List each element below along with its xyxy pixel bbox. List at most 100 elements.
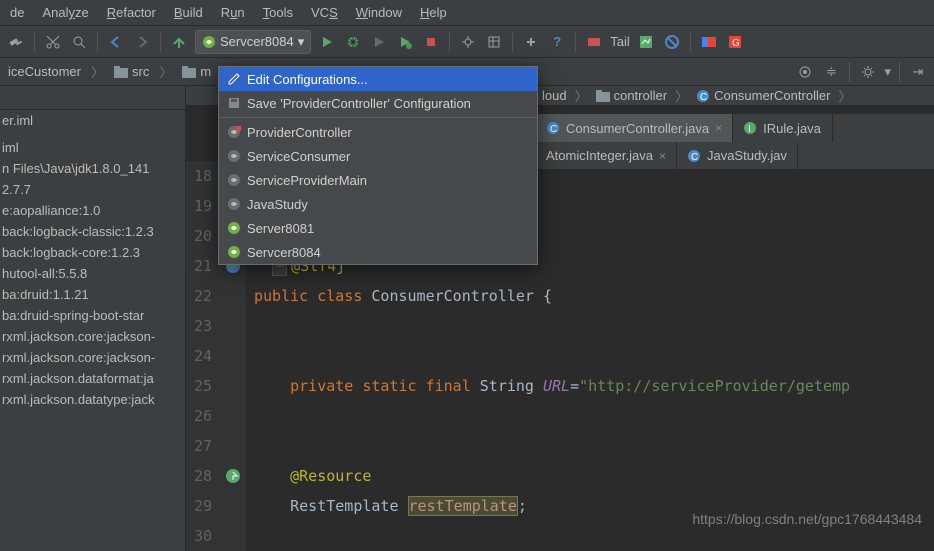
crumb[interactable]: CConsumerController: [690, 86, 836, 105]
list-item[interactable]: e:aopalliance:1.0: [0, 200, 185, 221]
popup-item-edit-configs[interactable]: Edit Configurations...: [219, 67, 537, 91]
gear-icon[interactable]: [858, 62, 878, 82]
profile-icon[interactable]: [395, 32, 415, 52]
collapse-icon[interactable]: ≑: [821, 62, 841, 82]
folder-icon: [114, 66, 128, 78]
list-item[interactable]: er.iml: [0, 110, 185, 131]
scissors-icon[interactable]: [43, 32, 63, 52]
folder-icon: [596, 90, 610, 102]
list-item[interactable]: back:logback-classic:1.2.3: [0, 221, 185, 242]
spring-icon: [227, 149, 241, 163]
svg-text:C: C: [691, 152, 698, 163]
help-icon[interactable]: ?: [547, 32, 567, 52]
run-coverage-icon[interactable]: [369, 32, 389, 52]
menu-item[interactable]: Window: [348, 2, 410, 23]
menu-item[interactable]: Analyze: [34, 2, 96, 23]
chevron-down-icon: ▾: [298, 34, 305, 50]
spring-run-icon: [227, 245, 241, 259]
chevron-right-icon: 〉: [157, 62, 174, 81]
popup-item-save-config[interactable]: Save 'ProviderController' Configuration: [219, 91, 537, 115]
popup-config-item[interactable]: ServiceConsumer: [219, 144, 537, 168]
list-item[interactable]: rxml.jackson.datatype:jack: [0, 389, 185, 410]
list-item[interactable]: rxml.jackson.dataformat:ja: [0, 368, 185, 389]
list-item[interactable]: iml: [0, 137, 185, 158]
chart-icon[interactable]: [636, 32, 656, 52]
interface-icon: I: [743, 121, 757, 135]
tail-label[interactable]: Tail: [610, 34, 630, 49]
editor-tab[interactable]: AtomicInteger.java ×: [536, 142, 677, 169]
deny-icon[interactable]: [662, 32, 682, 52]
gutter-slot: [220, 281, 246, 311]
popup-config-item[interactable]: ServiceProviderMain: [219, 168, 537, 192]
menu-item[interactable]: Run: [213, 2, 253, 23]
back-icon[interactable]: [106, 32, 126, 52]
separator: [34, 32, 35, 52]
tab-label: IRule.java: [763, 121, 821, 136]
svg-text:I: I: [748, 124, 751, 135]
structure-icon[interactable]: [484, 32, 504, 52]
debug-icon[interactable]: [343, 32, 363, 52]
gutter-slot: [220, 491, 246, 521]
hammer-icon[interactable]: [6, 32, 26, 52]
menu-item[interactable]: Refactor: [99, 2, 164, 23]
list-item[interactable]: 2.7.7: [0, 179, 185, 200]
popup-config-item[interactable]: Servcer8084: [219, 240, 537, 264]
tab-label: ConsumerController.java: [566, 121, 709, 136]
settings-icon[interactable]: [458, 32, 478, 52]
spring-icon: [227, 197, 241, 211]
list-item[interactable]: ba:druid-spring-boot-star: [0, 305, 185, 326]
translate-icon[interactable]: [699, 32, 719, 52]
menu-item[interactable]: de: [2, 2, 32, 23]
target-icon[interactable]: [795, 62, 815, 82]
list-item[interactable]: rxml.jackson.core:jackson-: [0, 326, 185, 347]
folder-icon: [182, 66, 196, 78]
spring-icon: [202, 35, 216, 49]
class-icon: C: [687, 149, 701, 163]
search-icon[interactable]: [69, 32, 89, 52]
popup-config-item[interactable]: Server8081: [219, 216, 537, 240]
git-icon[interactable]: [521, 32, 541, 52]
project-header: [0, 86, 185, 110]
editor-tab[interactable]: C ConsumerController.java ×: [536, 114, 733, 142]
separator: [849, 62, 850, 82]
separator: [160, 32, 161, 52]
hide-icon[interactable]: ⇥: [908, 62, 928, 82]
popup-label: ProviderController: [247, 125, 352, 140]
popup-config-item[interactable]: ProviderController: [219, 120, 537, 144]
toolbar: Servcer8084 ▾ ? Tail G: [0, 26, 934, 58]
google-icon[interactable]: G: [725, 32, 745, 52]
mybatis-icon[interactable]: [584, 32, 604, 52]
crumb[interactable]: src: [108, 64, 155, 79]
nav-marker[interactable]: [220, 461, 246, 491]
menu-item[interactable]: Build: [166, 2, 211, 23]
stop-icon[interactable]: [421, 32, 441, 52]
list-item[interactable]: n Files\Java\jdk1.8.0_141: [0, 158, 185, 179]
editor-tab[interactable]: I IRule.java: [733, 114, 833, 142]
menu-bar: de Analyze Refactor Build Run Tools VCS …: [0, 0, 934, 26]
pencil-icon: [227, 72, 241, 86]
close-icon[interactable]: ×: [715, 121, 722, 135]
close-icon[interactable]: ×: [659, 149, 666, 163]
tab-label: JavaStudy.jav: [707, 148, 787, 163]
separator: [512, 32, 513, 52]
popup-config-item[interactable]: JavaStudy: [219, 192, 537, 216]
list-item[interactable]: ba:druid:1.1.21: [0, 284, 185, 305]
chevron-down-icon[interactable]: ▾: [884, 64, 891, 80]
menu-item[interactable]: Tools: [255, 2, 301, 23]
editor-tab[interactable]: C JavaStudy.jav: [677, 142, 798, 169]
list-item[interactable]: hutool-all:5.5.8: [0, 263, 185, 284]
forward-icon[interactable]: [132, 32, 152, 52]
crumb[interactable]: loud: [536, 86, 573, 105]
crumb[interactable]: m: [176, 64, 217, 79]
menu-item[interactable]: VCS: [303, 2, 346, 23]
chevron-right-icon: 〉: [573, 86, 590, 105]
spring-icon: [227, 173, 241, 187]
list-item[interactable]: back:logback-core:1.2.3: [0, 242, 185, 263]
run-config-selector[interactable]: Servcer8084 ▾: [195, 30, 311, 54]
run-icon[interactable]: [317, 32, 337, 52]
list-item[interactable]: rxml.jackson.core:jackson-: [0, 347, 185, 368]
make-icon[interactable]: [169, 32, 189, 52]
crumb[interactable]: controller: [590, 86, 673, 105]
menu-item[interactable]: Help: [412, 2, 455, 23]
crumb[interactable]: iceCustomer: [2, 64, 87, 79]
